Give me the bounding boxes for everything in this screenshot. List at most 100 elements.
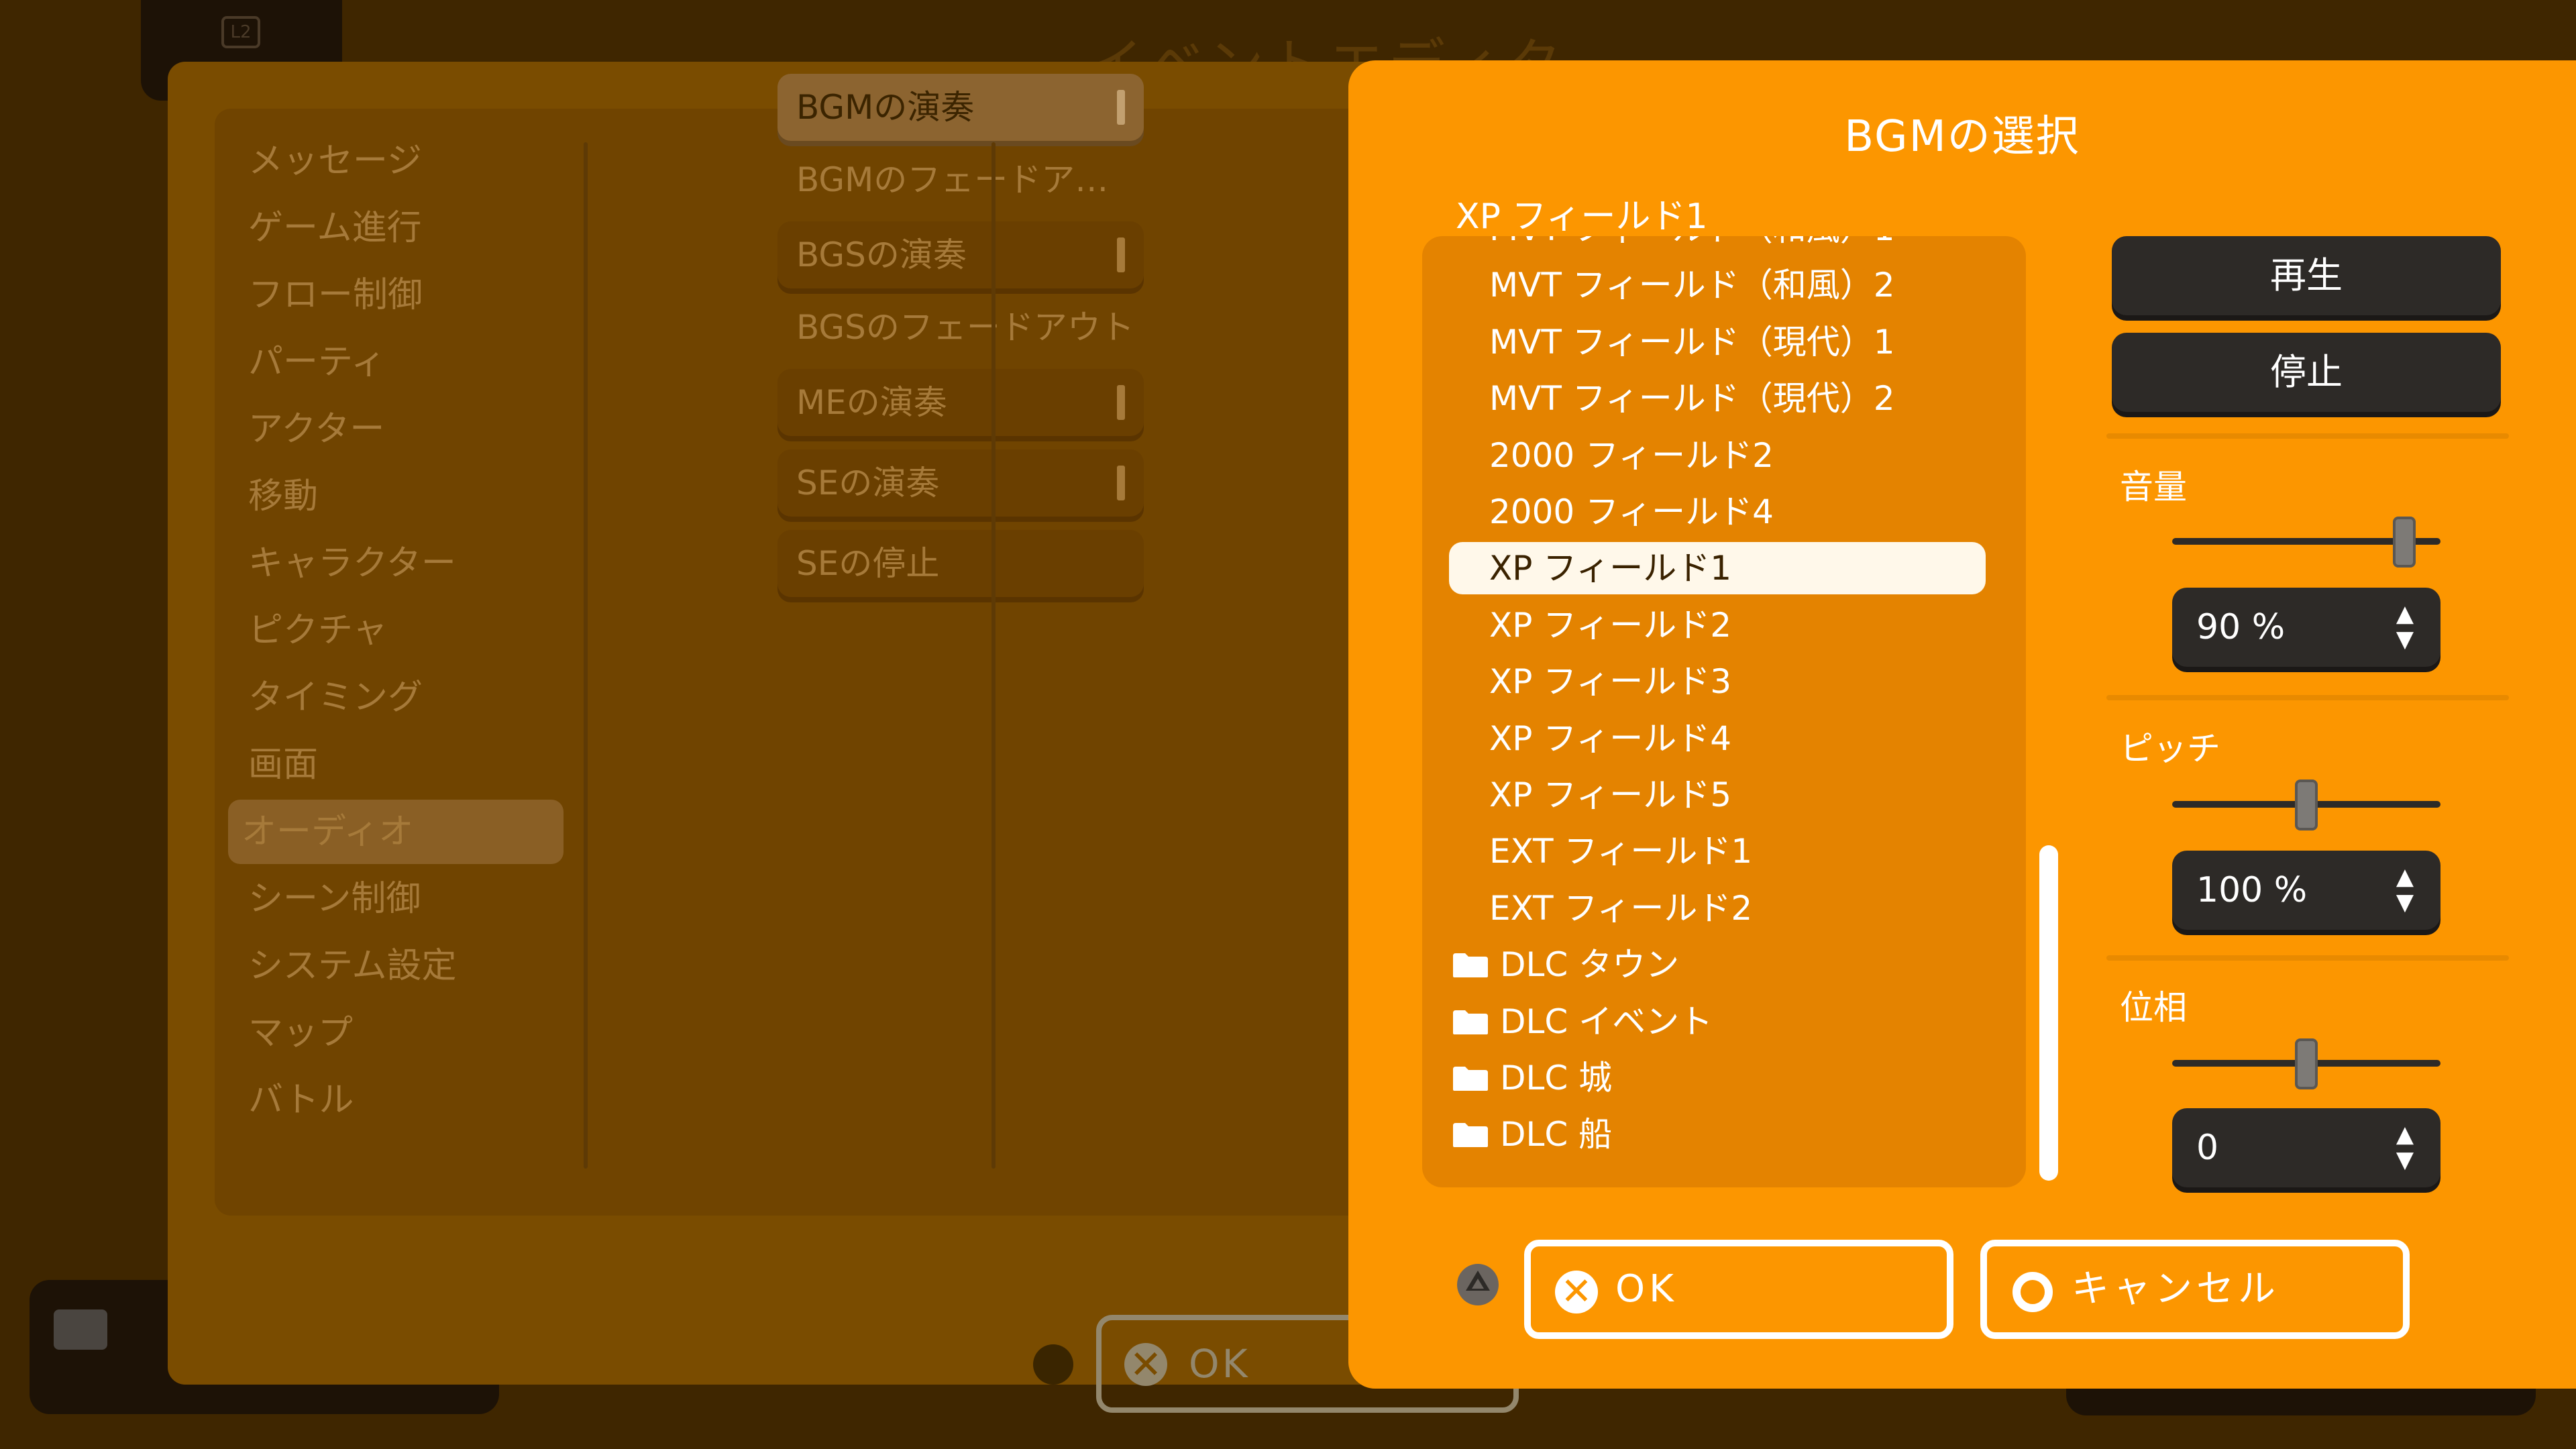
command-label: BGMの演奏: [796, 88, 975, 127]
dialog-cancel-button[interactable]: キャンセル: [1980, 1240, 2410, 1339]
volume-spinner[interactable]: 90 % ▲ ▼: [2172, 588, 2440, 667]
list-item-label: DLC タウン: [1500, 945, 1680, 985]
bgm-item[interactable]: EXT フィールド1: [1449, 825, 1986, 877]
category-item[interactable]: パーティ: [235, 330, 570, 394]
category-item[interactable]: フロー制御: [235, 263, 570, 327]
circle-icon: [2012, 1272, 2053, 1312]
pan-spinner[interactable]: 0 ▲ ▼: [2172, 1108, 2440, 1187]
list-item-label: DLC イベント: [1500, 1002, 1713, 1041]
category-item[interactable]: タイミング: [235, 665, 570, 730]
command-item[interactable]: BGSのフェードアウト: [777, 294, 1144, 361]
list-item-label: MVT フィールド（現代）2: [1489, 379, 1895, 419]
list-item-label: MVT フィールド（和風）1: [1489, 236, 1895, 248]
dialog-cancel-label: キャンセル: [2072, 1267, 2279, 1311]
bgm-item[interactable]: MVT フィールド（現代）1: [1449, 316, 1986, 368]
category-item[interactable]: ピクチャ: [235, 598, 570, 663]
list-item-label: DLC 船: [1500, 1115, 1613, 1155]
expand-marker-icon: [1117, 90, 1125, 125]
category-item[interactable]: 移動: [235, 464, 570, 529]
pitch-label: ピッチ: [2120, 729, 2220, 768]
current-path: XP フィールド1: [1456, 197, 1708, 237]
command-label: BGMのフェードア…: [796, 160, 1109, 199]
spinner-arrows-icon[interactable]: ▲ ▼: [2396, 601, 2414, 652]
category-item[interactable]: キャラクター: [235, 531, 570, 596]
bgm-item[interactable]: 2000 フィールド4: [1449, 486, 1986, 538]
list-item-label: EXT フィールド1: [1489, 832, 1753, 871]
category-divider: [584, 142, 588, 1169]
command-label: BGSの演奏: [796, 235, 967, 274]
pitch-slider-knob[interactable]: [2295, 780, 2318, 830]
bgm-item[interactable]: 2000 フィールド2: [1449, 429, 1986, 482]
list-item-label: DLC 城: [1500, 1059, 1613, 1097]
list-item-label: 2000 フィールド4: [1489, 492, 1774, 531]
expand-marker-icon: [1117, 466, 1125, 500]
command-item[interactable]: BGMのフェードア…: [777, 146, 1144, 213]
dialog-ok-button[interactable]: ✕ OK: [1524, 1240, 1953, 1339]
list-item-label: EXT フィールド2: [1489, 888, 1753, 928]
bgm-item[interactable]: MVT フィールド（現代）2: [1449, 372, 1986, 425]
list-item-label: XP フィールド5: [1489, 775, 1732, 814]
bgm-list[interactable]: MVT フィールド（和風）1 MVT フィールド（和風）2 MVT フィールド（現代…: [1422, 236, 2026, 1187]
folder-item[interactable]: DLC 城: [1449, 1052, 1986, 1104]
folder-icon: [1452, 1120, 1489, 1148]
dialog-title: BGMの選択: [1844, 112, 2080, 162]
list-item-label: MVT フィールド（現代）1: [1489, 322, 1895, 362]
volume-slider-knob[interactable]: [2393, 517, 2416, 568]
bgm-item[interactable]: EXT フィールド2: [1449, 882, 1986, 934]
folder-icon: [1452, 1064, 1489, 1092]
touchpad-icon: [54, 1309, 107, 1350]
category-item[interactable]: 画面: [235, 733, 570, 797]
command-item[interactable]: BGMの演奏: [777, 74, 1144, 141]
bgm-item[interactable]: XP フィールド1: [1449, 542, 1986, 595]
folder-item[interactable]: DLC イベント: [1449, 996, 1986, 1048]
folder-icon: [1452, 1008, 1489, 1036]
spinner-arrows-icon[interactable]: ▲ ▼: [2396, 1122, 2414, 1173]
bgm-item[interactable]: XP フィールド2: [1449, 599, 1986, 651]
list-item-label: XP フィールド2: [1489, 605, 1732, 645]
cross-icon: ✕: [1555, 1271, 1598, 1313]
list-item-label: XP フィールド3: [1489, 662, 1732, 702]
category-item[interactable]: マップ: [235, 1001, 570, 1065]
category-item[interactable]: ゲーム進行: [235, 196, 570, 260]
command-label: SEの停止: [796, 544, 940, 583]
bgm-item[interactable]: XP フィールド3: [1449, 655, 1986, 708]
list-item-label: XP フィールド4: [1489, 718, 1732, 758]
category-item[interactable]: バトル: [235, 1068, 570, 1132]
command-label: BGSのフェードアウト: [796, 308, 1134, 347]
list-item-label: XP フィールド1: [1489, 549, 1732, 588]
pitch-value: 100 %: [2196, 870, 2308, 910]
bgm-item[interactable]: XP フィールド5: [1449, 769, 1986, 821]
pan-slider-knob[interactable]: [2295, 1038, 2318, 1089]
pitch-spinner[interactable]: 100 % ▲ ▼: [2172, 851, 2440, 930]
pan-value: 0: [2196, 1128, 2219, 1168]
triangle-button-icon: [1457, 1264, 1499, 1305]
stop-button[interactable]: 停止: [2112, 333, 2501, 412]
category-item[interactable]: システム設定: [235, 934, 570, 998]
folder-item[interactable]: DLC 船: [1449, 1108, 1986, 1161]
command-item[interactable]: BGSの演奏: [777, 221, 1144, 288]
command-item[interactable]: SEの停止: [777, 530, 1144, 597]
bgm-item[interactable]: MVT フィールド（和風）1: [1449, 236, 1986, 255]
command-item[interactable]: SEの演奏: [777, 449, 1144, 517]
category-item[interactable]: オーディオ: [228, 800, 564, 864]
folder-item[interactable]: DLC タウン: [1449, 938, 1986, 991]
divider: [2106, 695, 2509, 700]
triangle-button-icon: [1033, 1344, 1073, 1385]
play-button[interactable]: 再生: [2112, 236, 2501, 315]
list-scrollbar[interactable]: [2039, 845, 2058, 1181]
category-item[interactable]: シーン制御: [235, 867, 570, 931]
category-item[interactable]: メッセージ: [235, 129, 570, 193]
spinner-arrows-icon[interactable]: ▲ ▼: [2396, 864, 2414, 915]
command-divider: [991, 142, 996, 1169]
l2-icon: L2: [221, 16, 260, 48]
bgm-item[interactable]: MVT フィールド（和風）2: [1449, 259, 1986, 311]
cross-icon: ✕: [1124, 1343, 1167, 1386]
category-item[interactable]: アクター: [235, 397, 570, 462]
command-label: SEの演奏: [796, 464, 940, 502]
divider: [2106, 955, 2509, 961]
divider: [2106, 433, 2509, 439]
bgm-item[interactable]: XP フィールド4: [1449, 712, 1986, 765]
folder-icon: [1452, 951, 1489, 979]
command-item[interactable]: MEの演奏: [777, 369, 1144, 436]
dialog-ok-label: OK: [1615, 1267, 1678, 1311]
